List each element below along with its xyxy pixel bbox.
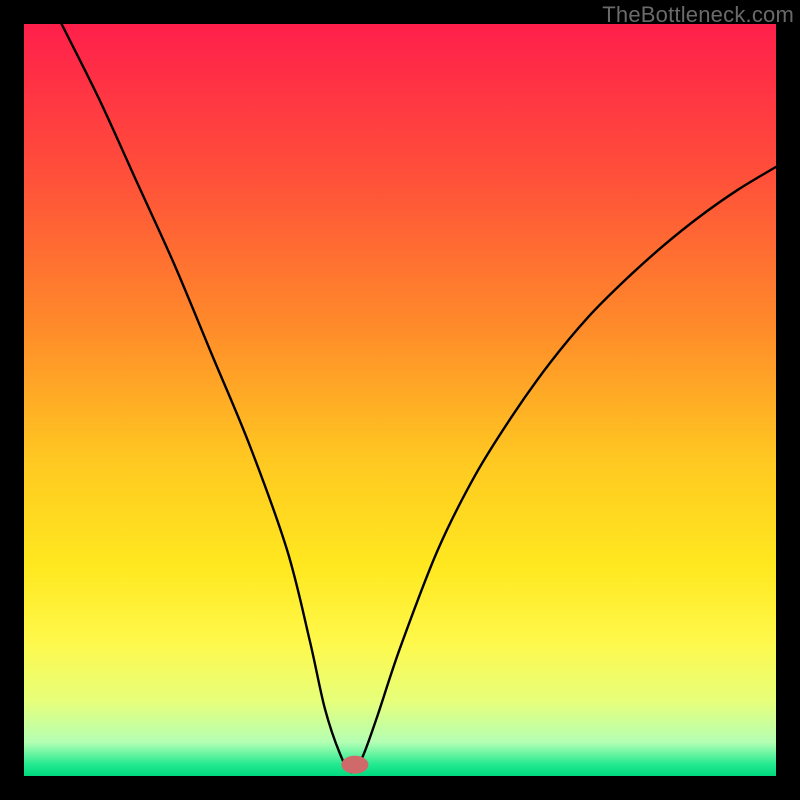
chart-background <box>24 24 776 776</box>
plot-area <box>24 24 776 776</box>
bottleneck-chart <box>24 24 776 776</box>
chart-frame: TheBottleneck.com <box>0 0 800 800</box>
optimum-marker <box>341 756 368 774</box>
